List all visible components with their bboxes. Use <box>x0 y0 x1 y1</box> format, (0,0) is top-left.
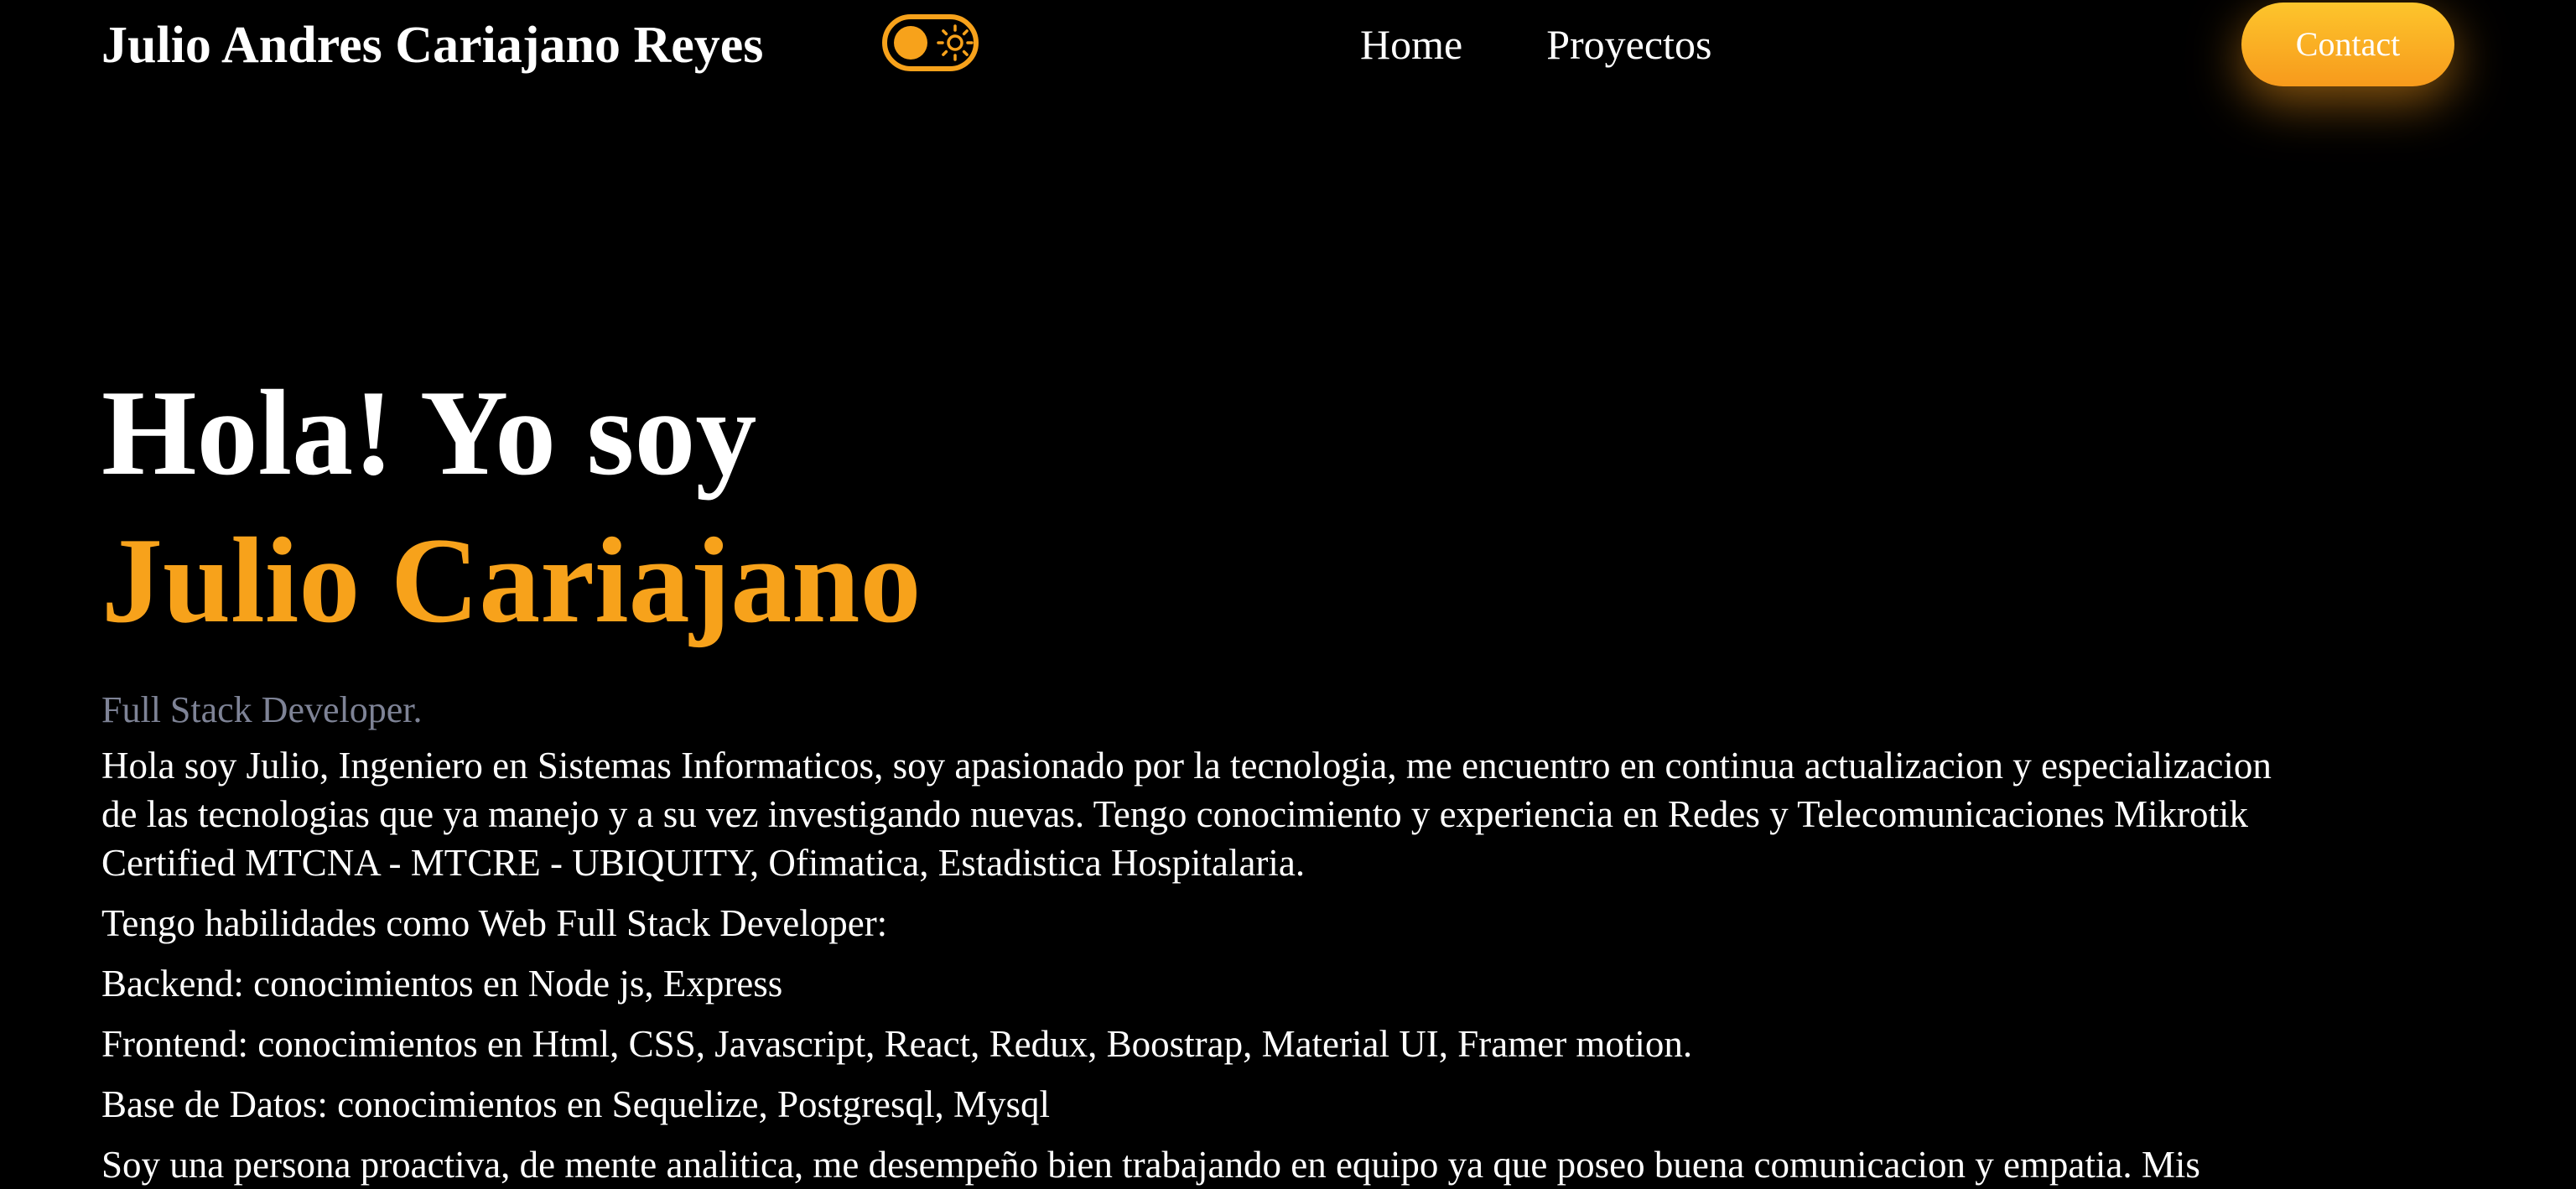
hero-name: Julio Cariajano <box>101 512 922 648</box>
nav-links: Home Proyectos <box>1360 17 1711 72</box>
nav-link-home[interactable]: Home <box>1360 17 1462 72</box>
intro-paragraph: Hola soy Julio, Ingeniero en Sistemas In… <box>101 745 2272 884</box>
brand-name[interactable]: Julio Andres Cariajano Reyes <box>101 13 763 77</box>
hero-greeting: Hola! Yo soy <box>101 365 757 501</box>
backend-skills: Backend: conocimientos en Node js, Expre… <box>101 963 783 1005</box>
toggle-knob <box>894 26 927 60</box>
theme-toggle[interactable] <box>882 14 979 71</box>
nav-link-proyectos[interactable]: Proyectos <box>1546 17 1711 72</box>
hero-section: Hola! Yo soy Julio Cariajano Full Stack … <box>101 361 2449 1189</box>
sun-icon <box>937 24 974 61</box>
navbar: Julio Andres Cariajano Reyes Home Proyec… <box>0 0 2576 91</box>
frontend-skills: Frontend: conocimientos en Html, CSS, Ja… <box>101 1023 1693 1065</box>
database-skills: Base de Datos: conocimientos en Sequeliz… <box>101 1083 1051 1125</box>
contact-button[interactable]: Contact <box>2241 3 2454 86</box>
skills-heading: Tengo habilidades como Web Full Stack De… <box>101 902 888 944</box>
hero-role: Full Stack Developer. <box>101 689 423 730</box>
closing-paragraph: Soy una persona proactiva, de mente anal… <box>101 1144 2200 1186</box>
